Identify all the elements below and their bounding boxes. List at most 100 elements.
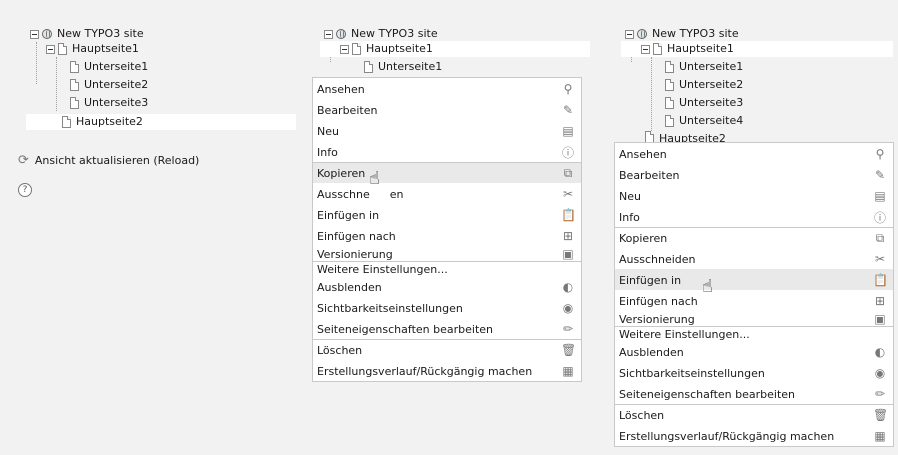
tree-root[interactable]: New TYPO3 site [324,26,440,42]
menu-item-einfuegen-nach[interactable]: Einfügen nach ⊞ [615,290,893,311]
tree-item-label[interactable]: Hauptseite1 [70,41,141,57]
tree-item-unterseite2[interactable]: Unterseite2 [665,77,745,93]
menu-item-label: Weitere Einstellungen... [317,262,448,276]
menu-item-label: Einfügen nach [317,229,396,243]
tree-item-label[interactable]: Unterseite3 [82,95,150,111]
tree-connector [56,57,57,111]
tree-root-label[interactable]: New TYPO3 site [650,26,741,42]
tree-root[interactable]: New TYPO3 site [625,26,741,42]
menu-item-erstellungsverlauf[interactable]: Erstellungsverlauf/Rückgängig machen ▦ [615,425,893,446]
context-menu-2: Ansehen ⚲ Bearbeiten ✎ Neu ▤ Info ⓘ Kopieren… [614,142,894,447]
tree-item-unterseite1[interactable]: Unterseite1 [665,59,745,75]
tree-item-hauptseite2[interactable]: Hauptseite2 [645,131,728,142]
tree-item-label[interactable]: Hauptseite2 [657,131,728,142]
tree-item-label[interactable]: Hauptseite1 [364,41,435,57]
menu-item-label: Ansehen [317,82,365,96]
globe-icon [42,29,52,39]
collapse-icon[interactable] [641,44,650,54]
menu-item-info[interactable]: Info ⓘ [615,206,893,227]
menu-item-label: Info [619,210,640,224]
copy-icon: ⧉ [563,165,573,180]
menu-item-label: Ausschneiden [619,252,696,266]
menu-item-ausblenden[interactable]: Ausblenden ◐ [313,276,581,297]
edit-icon: ✎ [874,168,886,182]
tree-item-hauptseite1[interactable]: Hauptseite1 [621,41,893,57]
tree-item-unterseite2[interactable]: Unterseite2 [70,77,150,93]
tree-item-unterseite4[interactable]: Unterseite4 [665,113,745,129]
scissors-icon: ✂ [562,187,574,201]
page-icon [70,61,79,73]
menu-item-neu[interactable]: Neu ▤ [313,120,581,141]
pencil-icon: ✏ [562,322,574,336]
tree-item-label[interactable]: Hauptseite2 [74,114,145,130]
menu-item-erstellungsverlauf[interactable]: Erstellungsverlauf/Rückgängig machen ▦ [313,360,581,381]
menu-item-bearbeiten[interactable]: Bearbeiten ✎ [313,99,581,120]
menu-item-ansehen[interactable]: Ansehen ⚲ [615,143,893,164]
menu-item-einfuegen-in[interactable]: Einfügen in 📋 [615,269,893,290]
menu-item-ansehen[interactable]: Ansehen ⚲ [313,78,581,99]
tree-item-label[interactable]: Unterseite3 [677,95,745,111]
menu-item-label: Bearbeiten [317,103,378,117]
versioning-icon: ▣ [874,312,886,326]
collapse-icon[interactable] [30,29,39,39]
menu-item-kopieren[interactable]: Kopieren ⧉ [313,162,581,183]
tree-item-hauptseite1[interactable]: Hauptseite1 [320,41,590,57]
menu-item-einfuegen-in[interactable]: Einfügen in 📋 [313,204,581,225]
tree-root[interactable]: New TYPO3 site [30,26,146,42]
tree-item-unterseite3[interactable]: Unterseite3 [70,95,150,111]
tree-item-label[interactable]: Unterseite1 [376,59,444,75]
page-icon [665,61,674,73]
menu-item-label: Erstellungsverlauf/Rückgängig machen [317,364,533,378]
menu-item-label: Ausblenden [619,345,684,359]
tree-item-unterseite1[interactable]: Unterseite1 [364,59,444,75]
page-icon [665,115,674,127]
menu-item-seiteneigenschaften[interactable]: Seiteneigenschaften bearbeiten ✏ [313,318,581,339]
edit-icon: ✎ [562,103,574,117]
collapse-icon[interactable] [625,29,634,39]
menu-item-ausschneiden[interactable]: Ausschne en ✂ [313,183,581,204]
menu-item-versionierung[interactable]: Versionierung ▣ [313,246,581,261]
help-icon[interactable]: ? [18,183,32,197]
tree-item-label[interactable]: Unterseite1 [677,59,745,75]
menu-item-seiteneigenschaften[interactable]: Seiteneigenschaften bearbeiten ✏ [615,383,893,404]
tree-connector [36,42,37,84]
collapse-icon[interactable] [324,29,333,39]
collapse-icon[interactable] [46,44,55,54]
paste-into-icon: 📋 [873,273,888,287]
menu-item-einfuegen-nach[interactable]: Einfügen nach ⊞ [313,225,581,246]
menu-item-loeschen[interactable]: Löschen 🗑 [313,339,581,360]
tree-item-unterseite1[interactable]: Unterseite1 [70,59,150,75]
menu-item-bearbeiten[interactable]: Bearbeiten ✎ [615,164,893,185]
menu-item-label-end: en [389,187,404,201]
tree-root-label[interactable]: New TYPO3 site [349,26,440,42]
menu-item-weitere-einstellungen[interactable]: Weitere Einstellungen... [615,326,893,341]
reload-label[interactable]: Ansicht aktualisieren (Reload) [35,154,199,167]
tree-item-hauptseite1[interactable]: Hauptseite1 [46,41,141,57]
menu-item-neu[interactable]: Neu ▤ [615,185,893,206]
tree-item-label[interactable]: Unterseite4 [677,113,745,129]
tree-item-hauptseite2[interactable]: Hauptseite2 [26,114,296,130]
page-icon [352,43,361,55]
paste-after-icon: ⊞ [874,294,886,308]
page-icon [70,97,79,109]
pencil-icon: ✏ [874,387,886,401]
tree-item-label[interactable]: Unterseite1 [82,59,150,75]
menu-item-label: Kopieren [317,166,366,180]
menu-item-sichtbarkeitseinstellungen[interactable]: Sichtbarkeitseinstellungen ◉ [615,362,893,383]
tree-item-label[interactable]: Unterseite2 [82,77,150,93]
tree-item-unterseite3[interactable]: Unterseite3 [665,95,745,111]
menu-item-kopieren[interactable]: Kopieren ⧉ [615,227,893,248]
new-page-icon: ▤ [562,124,574,138]
menu-item-info[interactable]: Info ⓘ [313,141,581,162]
menu-item-ausschneiden[interactable]: Ausschneiden ✂ [615,248,893,269]
tree-item-label[interactable]: Hauptseite1 [665,41,736,57]
menu-item-loeschen[interactable]: Löschen 🗑 [615,404,893,425]
tree-root-label[interactable]: New TYPO3 site [55,26,146,42]
menu-item-sichtbarkeitseinstellungen[interactable]: Sichtbarkeitseinstellungen ◉ [313,297,581,318]
menu-item-versionierung[interactable]: Versionierung ▣ [615,311,893,326]
collapse-icon[interactable] [340,44,349,54]
menu-item-ausblenden[interactable]: Ausblenden ◐ [615,341,893,362]
menu-item-weitere-einstellungen[interactable]: Weitere Einstellungen... [313,261,581,276]
reload-link[interactable]: ⟳ Ansicht aktualisieren (Reload) [18,153,199,168]
tree-item-label[interactable]: Unterseite2 [677,77,745,93]
